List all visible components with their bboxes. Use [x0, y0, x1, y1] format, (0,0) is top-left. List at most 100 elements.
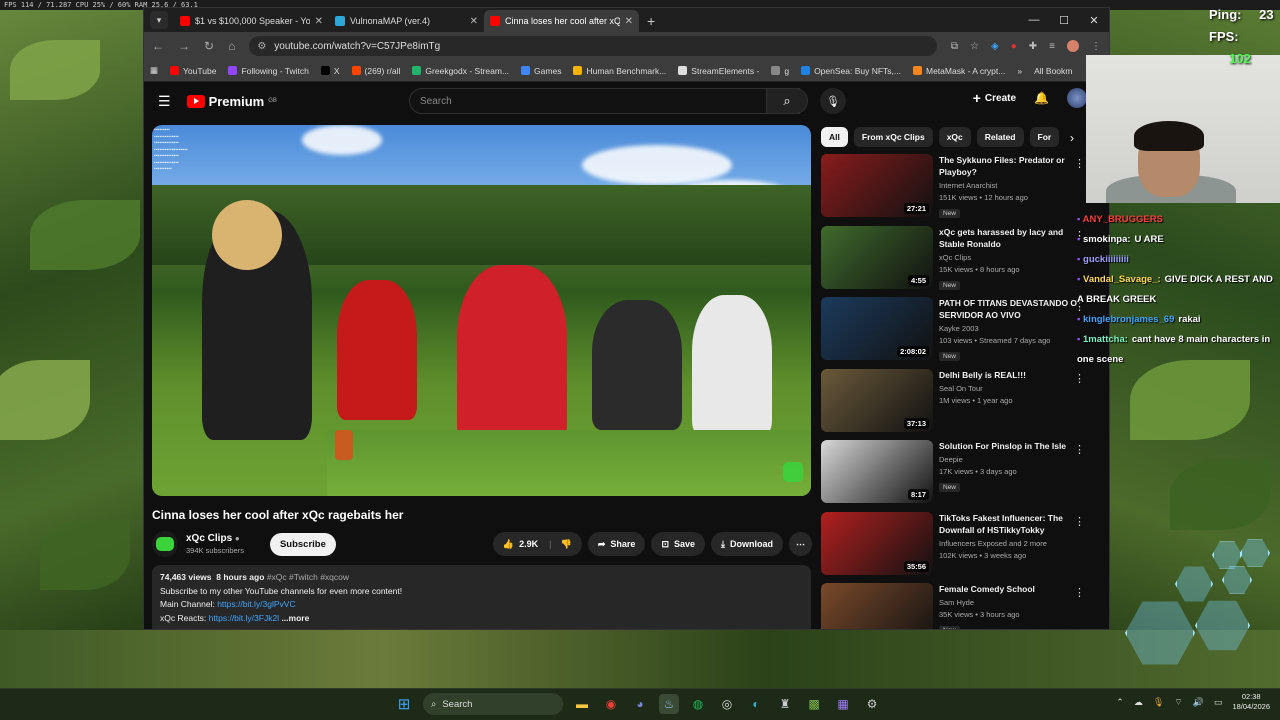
clock[interactable]: 02:38 18/04/2026 — [1232, 692, 1270, 712]
discord-icon[interactable]: ◕ — [630, 694, 650, 714]
bookmark-item[interactable]: Following - Twitch — [228, 66, 309, 76]
video-description[interactable]: 74,463 views 8 hours ago #xQc #Twitch #x… — [152, 565, 811, 629]
apps-grid-icon[interactable]: ▦ — [150, 65, 158, 76]
steam-icon[interactable]: ♨ — [659, 694, 679, 714]
bookmark-item[interactable]: OpenSea: Buy NFTs,... — [801, 66, 901, 76]
recommendation-item[interactable]: 8:17 Solution For Pinslop in The Isle Deep… — [821, 440, 1101, 512]
save-button[interactable]: ⊡ Save — [651, 532, 706, 556]
game-app-icon[interactable]: ♜ — [775, 694, 795, 714]
bookmark-item[interactable]: Human Benchmark... — [573, 66, 666, 76]
file-explorer-icon[interactable]: ▬ — [572, 694, 592, 714]
search-button[interactable]: ⌕ — [766, 88, 808, 114]
reload-icon[interactable]: ↻ — [204, 39, 214, 53]
menu-kebab-icon[interactable]: ⋮ — [1091, 41, 1101, 52]
recommendation-channel[interactable]: Seal On Tour — [939, 384, 1083, 393]
chevron-right-icon[interactable]: › — [1070, 131, 1074, 145]
recommendation-thumbnail[interactable]: 37:13 — [821, 368, 933, 432]
filter-chip[interactable]: From xQc Clips — [853, 127, 933, 147]
address-bar[interactable]: ⚙ youtube.com/watch?v=C57JPe8imTg — [249, 36, 937, 56]
recommendation-thumbnail[interactable]: 2:08:02 — [821, 297, 933, 360]
more-vertical-icon[interactable]: ⋮ — [1074, 586, 1085, 599]
bookmark-star-icon[interactable]: ☆ — [970, 41, 979, 52]
tab-1[interactable]: VulnonaMAP (ver.4) ✕ — [329, 10, 484, 32]
obs-icon[interactable]: ◎ — [717, 694, 737, 714]
recommendation-thumbnail[interactable]: 27:21 — [821, 154, 933, 217]
puzzle-extensions-icon[interactable]: ✚ — [1029, 41, 1037, 52]
settings-gear-icon[interactable]: ⚙ — [862, 694, 882, 714]
filter-chip[interactable]: For — [1029, 127, 1060, 147]
edge-icon[interactable]: ◐ — [746, 694, 766, 714]
battery-icon[interactable]: ▭ — [1214, 697, 1223, 708]
filter-chip[interactable]: xQc — [938, 127, 971, 147]
bookmarks-overflow-icon[interactable]: » — [1017, 66, 1022, 76]
new-tab-icon[interactable]: + — [647, 13, 655, 29]
all-bookmarks-folder[interactable]: All Bookm — [1034, 66, 1072, 76]
minimize-icon[interactable]: — — [1019, 8, 1049, 32]
spotify-icon[interactable]: ◍ — [688, 694, 708, 714]
recommendation-title[interactable]: The Sykkuno Files: Predator or Playboy? — [939, 154, 1083, 178]
recommendation-thumbnail[interactable] — [821, 583, 933, 629]
voice-search-button[interactable]: 🎙 — [820, 88, 846, 114]
account-avatar[interactable] — [1067, 88, 1087, 108]
minecraft-icon[interactable]: ▩ — [804, 694, 824, 714]
profile-avatar[interactable] — [1067, 40, 1079, 52]
maximize-icon[interactable]: ☐ — [1049, 8, 1079, 32]
more-actions-button[interactable]: ⋯ — [789, 532, 812, 556]
show-more-link[interactable]: ...more — [281, 613, 309, 623]
bookmark-item[interactable]: g — [771, 66, 789, 76]
recommendation-item[interactable]: 4:55 xQc gets harassed by lacy and Stable… — [821, 225, 1101, 298]
media-control-icon[interactable]: ≡ — [1049, 41, 1055, 52]
bookmark-item[interactable]: YouTube — [170, 66, 216, 76]
chevron-up-icon[interactable]: ⌃ — [1116, 697, 1124, 708]
recommendation-channel[interactable]: Sam Hyde — [939, 598, 1083, 607]
like-button[interactable]: 👍 2.9K | 👎 — [492, 532, 582, 556]
bookmark-item[interactable]: (269) r/all — [351, 66, 400, 76]
recommendation-thumbnail[interactable]: 8:17 — [821, 440, 933, 503]
channel-avatar[interactable] — [152, 531, 178, 557]
extension-icon[interactable]: ◈ — [991, 41, 999, 52]
close-icon[interactable]: ✕ — [470, 16, 478, 27]
bookmark-item[interactable]: Greekgodx - Stream... — [412, 66, 509, 76]
subscribe-button[interactable]: Subscribe — [269, 532, 336, 556]
recommendation-channel[interactable]: Internet Anarchist — [939, 181, 1083, 190]
windows-start-icon[interactable]: ⊞ — [394, 694, 414, 714]
bookmark-item[interactable]: Games — [521, 66, 561, 76]
microphone-icon[interactable]: 🎙 — [1153, 697, 1164, 708]
recommendation-thumbnail[interactable]: 4:55 — [821, 225, 933, 289]
chrome-icon[interactable]: ◉ — [601, 694, 621, 714]
youtube-premium-logo[interactable]: Premium GB — [186, 94, 277, 109]
filter-chip[interactable]: Related — [976, 127, 1024, 147]
recommendation-title[interactable]: Female Comedy School — [939, 583, 1083, 595]
bookmark-item[interactable]: MetaMask - A crypt... — [913, 66, 1005, 76]
recommendation-channel[interactable]: xQc Clips — [939, 253, 1083, 262]
back-icon[interactable]: ← — [152, 39, 164, 53]
site-info-icon[interactable]: ⚙ — [257, 41, 266, 52]
recommendation-channel[interactable]: Kayke 2003 — [939, 324, 1083, 333]
close-icon[interactable]: ✕ — [625, 16, 633, 27]
bookmark-item[interactable]: StreamElements - — [678, 66, 759, 76]
recommendation-item[interactable]: Female Comedy School Sam Hyde 35K views • … — [821, 583, 1101, 629]
cloud-icon[interactable]: ☁ — [1134, 697, 1143, 708]
share-button[interactable]: ➦ Share — [587, 532, 646, 556]
forward-icon[interactable]: → — [178, 39, 190, 53]
home-icon[interactable]: ⌂ — [228, 39, 235, 53]
main-channel-link[interactable]: https://bit.ly/3glPvVC — [217, 599, 295, 609]
create-button[interactable]: + Create — [973, 90, 1016, 106]
recommendation-title[interactable]: TikToks Fakest Influencer: The Downfall … — [939, 512, 1083, 536]
grid-app-icon[interactable]: ▦ — [833, 694, 853, 714]
channel-name-row[interactable]: xQc Clips ● — [186, 533, 244, 544]
taskbar-search[interactable]: ⌕ Search — [423, 693, 563, 715]
recommendation-thumbnail[interactable]: 35:56 — [821, 511, 933, 575]
more-vertical-icon[interactable]: ⋮ — [1074, 443, 1085, 456]
volume-icon[interactable]: 🔊 — [1193, 697, 1204, 708]
recommendation-channel[interactable]: Influencers Exposed and 2 more — [939, 539, 1083, 548]
reacts-link[interactable]: https://bit.ly/3FJk2l — [209, 613, 279, 623]
recommendation-item[interactable]: 35:56 TikToks Fakest Influencer: The Down… — [821, 511, 1101, 584]
close-icon[interactable]: ✕ — [315, 16, 323, 27]
tab-2-active[interactable]: Cinna loses her cool after xQc r ✕ — [484, 10, 639, 32]
extension-icon[interactable]: ● — [1011, 41, 1017, 52]
filter-chip[interactable]: All — [821, 127, 848, 147]
network-icon[interactable]: ⌔ — [1174, 697, 1182, 708]
tab-search-button[interactable]: ▾ — [150, 11, 168, 29]
hashtags[interactable]: #xQc #Twitch #xqcow — [267, 572, 349, 582]
